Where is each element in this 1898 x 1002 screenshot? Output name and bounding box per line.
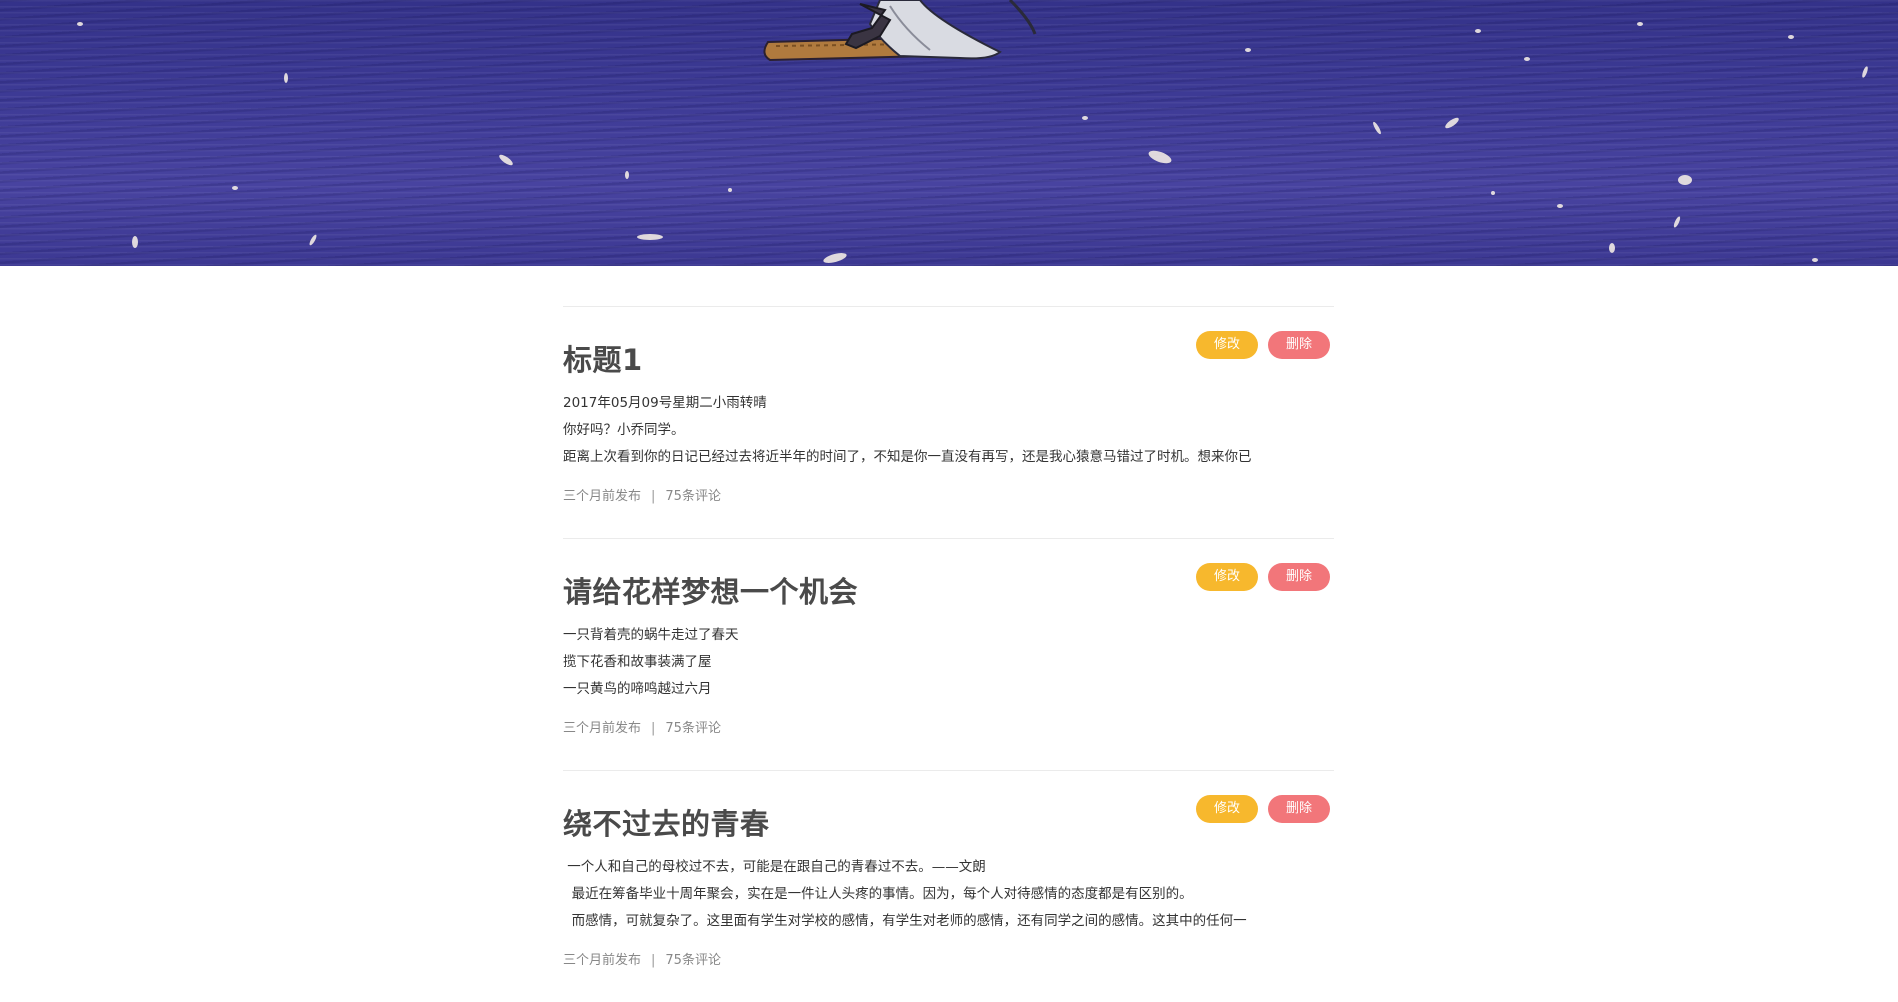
post-meta: 三个月前发布 | 75条评论 (563, 485, 721, 504)
post-meta: 三个月前发布 | 75条评论 (563, 717, 721, 736)
excerpt-line: 你好吗？小乔同学。 (563, 422, 685, 438)
excerpt-line: 最近在筹备毕业十周年聚会，实在是一件让人头疼的事情。因为，每个人对待感情的态度都… (563, 886, 1193, 902)
publish-time: 三个月前发布 (563, 489, 642, 504)
delete-button[interactable]: 删除 (1268, 795, 1330, 823)
post-excerpt: 一个人和自己的母校过不去，可能是在跟自己的青春过不去。——文朗 最近在筹备毕业十… (563, 854, 1334, 935)
excerpt-line: 一只黄鸟的啼鸣越过六月 (563, 681, 712, 697)
publish-time: 三个月前发布 (563, 953, 642, 968)
post-title[interactable]: 标题1 (563, 337, 643, 379)
post-title[interactable]: 绕不过去的青春 (563, 801, 770, 843)
meta-separator: | (651, 489, 656, 504)
excerpt-line: 距离上次看到你的日记已经过去将近半年的时间了，不知是你一直没有再写，还是我心猿意… (563, 449, 1252, 465)
excerpt-line: 一个人和自己的母校过不去，可能是在跟自己的青春过不去。——文朗 (563, 859, 986, 875)
edit-button[interactable]: 修改 (1196, 795, 1258, 823)
comment-count[interactable]: 75条评论 (665, 721, 721, 736)
banner-illustration (77, 0, 1868, 263)
post-actions: 修改 删除 (1196, 563, 1330, 591)
comment-count[interactable]: 75条评论 (665, 489, 721, 504)
post-actions: 修改 删除 (1196, 331, 1330, 359)
delete-button[interactable]: 删除 (1268, 331, 1330, 359)
header-banner (0, 0, 1898, 266)
excerpt-line: 揽下花香和故事装满了屋 (563, 654, 712, 670)
delete-button[interactable]: 删除 (1268, 563, 1330, 591)
post-list: 标题1 修改 删除 2017年05月09号星期二小雨转晴 你好吗？小乔同学。 距… (563, 306, 1334, 1002)
post-title[interactable]: 请给花样梦想一个机会 (563, 569, 858, 611)
excerpt-line: 2017年05月09号星期二小雨转晴 (563, 395, 767, 411)
meta-separator: | (651, 953, 656, 968)
post-meta: 三个月前发布 | 75条评论 (563, 949, 721, 968)
post-item: 请给花样梦想一个机会 修改 删除 一只背着壳的蜗牛走过了春天 揽下花香和故事装满… (563, 538, 1334, 770)
post-actions: 修改 删除 (1196, 795, 1330, 823)
post-item: 标题1 修改 删除 2017年05月09号星期二小雨转晴 你好吗？小乔同学。 距… (563, 306, 1334, 538)
post-excerpt: 2017年05月09号星期二小雨转晴 你好吗？小乔同学。 距离上次看到你的日记已… (563, 390, 1334, 471)
publish-time: 三个月前发布 (563, 721, 642, 736)
meta-separator: | (651, 721, 656, 736)
edit-button[interactable]: 修改 (1196, 331, 1258, 359)
post-item: 绕不过去的青春 修改 删除 一个人和自己的母校过不去，可能是在跟自己的青春过不去… (563, 770, 1334, 1002)
post-excerpt: 一只背着壳的蜗牛走过了春天 揽下花香和故事装满了屋 一只黄鸟的啼鸣越过六月 (563, 622, 1334, 703)
comment-count[interactable]: 75条评论 (665, 953, 721, 968)
excerpt-line: 而感情，可就复杂了。这里面有学生对学校的感情，有学生对老师的感情，还有同学之间的… (563, 913, 1247, 929)
edit-button[interactable]: 修改 (1196, 563, 1258, 591)
excerpt-line: 一只背着壳的蜗牛走过了春天 (563, 627, 739, 643)
